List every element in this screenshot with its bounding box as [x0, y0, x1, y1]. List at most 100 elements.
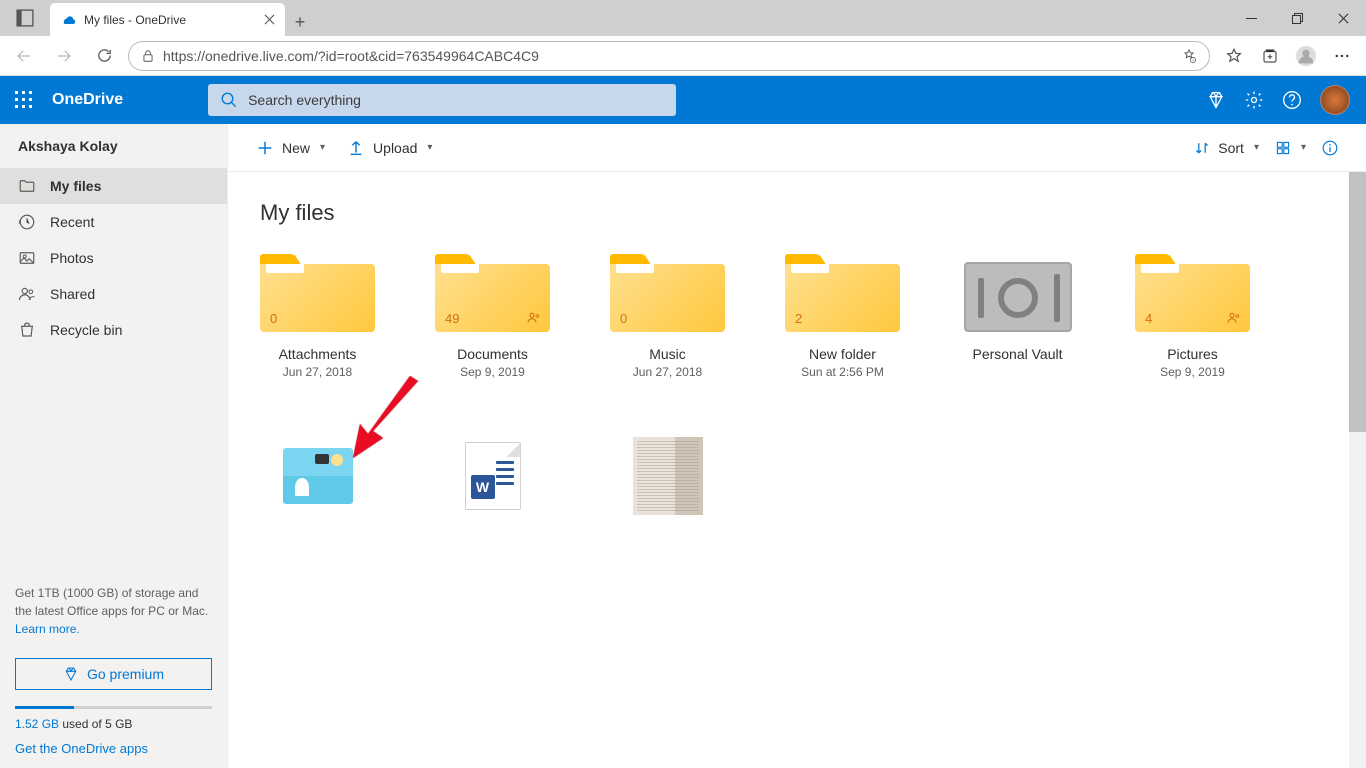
nav-label: My files: [50, 178, 101, 194]
tab-actions-icon[interactable]: [0, 0, 50, 36]
item-name: Personal Vault: [972, 346, 1062, 362]
file-item[interactable]: W: [435, 439, 550, 527]
new-tab-button[interactable]: +: [285, 12, 315, 36]
info-icon[interactable]: [1322, 140, 1338, 156]
shared-icon: [526, 310, 542, 326]
folder-icon: 2: [785, 254, 900, 332]
folder-count: 49: [445, 311, 459, 326]
folder-item[interactable]: 4 Pictures Sep 9, 2019: [1135, 254, 1250, 379]
folder-item[interactable]: 2 New folder Sun at 2:56 PM: [785, 254, 900, 379]
upload-icon: [347, 139, 365, 157]
nav-label: Recent: [50, 214, 94, 230]
people-icon: [18, 285, 36, 303]
photo-icon: [18, 249, 36, 267]
vault-icon: [960, 254, 1075, 332]
back-button[interactable]: [8, 40, 40, 72]
premium-icon[interactable]: [1206, 90, 1226, 110]
item-name: New folder: [809, 346, 876, 362]
grid-view-icon: [1275, 140, 1291, 156]
help-icon[interactable]: [1282, 90, 1302, 110]
file-item[interactable]: [260, 439, 375, 527]
clock-icon: [18, 213, 36, 231]
plus-icon: [256, 139, 274, 157]
nav-recent[interactable]: Recent: [0, 204, 227, 240]
folder-count: 0: [620, 311, 627, 326]
item-date: Jun 27, 2018: [283, 365, 352, 379]
forward-button[interactable]: [48, 40, 80, 72]
favorites-button[interactable]: [1218, 40, 1250, 72]
chevron-down-icon: ▾: [1254, 142, 1259, 153]
upload-button[interactable]: Upload ▾: [347, 139, 432, 157]
trash-icon: [18, 321, 36, 339]
nav-label: Photos: [50, 250, 94, 266]
scrollbar[interactable]: [1349, 172, 1366, 768]
folder-count: 2: [795, 311, 802, 326]
page-body: My files 0 Attachments Jun 27, 201849 Do…: [228, 172, 1366, 555]
refresh-button[interactable]: [88, 40, 120, 72]
file-thumbnail: [283, 439, 353, 513]
nav-label: Shared: [50, 286, 95, 302]
chevron-down-icon: ▾: [427, 142, 432, 153]
item-name: Documents: [457, 346, 528, 362]
get-apps-link[interactable]: Get the OneDrive apps: [15, 741, 148, 756]
learn-more-link[interactable]: Learn more.: [15, 622, 80, 636]
nav-label: Recycle bin: [50, 322, 122, 338]
brand-label[interactable]: OneDrive: [48, 91, 123, 109]
minimize-button[interactable]: [1228, 0, 1274, 36]
address-bar: https://onedrive.live.com/?id=root&cid=7…: [0, 36, 1366, 76]
chevron-down-icon: ▾: [1301, 142, 1306, 153]
file-item[interactable]: [610, 439, 725, 527]
close-window-button[interactable]: [1320, 0, 1366, 36]
folder-count: 4: [1145, 311, 1152, 326]
item-name: Music: [649, 346, 686, 362]
item-name: Attachments: [279, 346, 357, 362]
folder-item[interactable]: 0 Music Jun 27, 2018: [610, 254, 725, 379]
maximize-button[interactable]: [1274, 0, 1320, 36]
waffle-icon: [15, 91, 33, 109]
browser-tabstrip: My files - OneDrive +: [0, 0, 1366, 36]
item-date: Sun at 2:56 PM: [801, 365, 884, 379]
promo-text: Get 1TB (1000 GB) of storage and the lat…: [0, 572, 227, 650]
folder-item[interactable]: 49 Documents Sep 9, 2019: [435, 254, 550, 379]
shared-icon: [1226, 310, 1242, 326]
toolbar: New ▾ Upload ▾ Sort ▾ ▾: [228, 124, 1366, 172]
search-icon: [220, 91, 238, 109]
item-date: Jun 27, 2018: [633, 365, 702, 379]
settings-icon[interactable]: [1244, 90, 1264, 110]
vault-item[interactable]: Personal Vault: [960, 254, 1075, 379]
word-doc-icon: W: [458, 439, 528, 513]
nav-photos[interactable]: Photos: [0, 240, 227, 276]
menu-button[interactable]: [1326, 40, 1358, 72]
app-launcher-button[interactable]: [0, 91, 48, 109]
tracking-icon[interactable]: +: [1181, 48, 1197, 64]
diamond-icon: [63, 666, 79, 682]
chevron-down-icon: ▾: [320, 142, 325, 153]
profile-button[interactable]: [1290, 40, 1322, 72]
search-input[interactable]: Search everything: [208, 84, 676, 116]
item-name: Pictures: [1167, 346, 1218, 362]
nav-shared[interactable]: Shared: [0, 276, 227, 312]
tab-title: My files - OneDrive: [84, 13, 256, 27]
app-header: OneDrive Search everything: [0, 76, 1366, 124]
item-date: Sep 9, 2019: [460, 365, 525, 379]
folder-icon: 0: [260, 254, 375, 332]
nav-my-files[interactable]: My files: [0, 168, 227, 204]
folder-icon: 4: [1135, 254, 1250, 332]
go-premium-button[interactable]: Go premium: [15, 658, 212, 690]
user-avatar[interactable]: [1320, 85, 1350, 115]
tab-close-icon[interactable]: [264, 12, 275, 28]
lock-icon: [141, 49, 155, 63]
url-input[interactable]: https://onedrive.live.com/?id=root&cid=7…: [128, 41, 1210, 71]
new-button[interactable]: New ▾: [256, 139, 325, 157]
nav-recycle-bin[interactable]: Recycle bin: [0, 312, 227, 348]
view-button[interactable]: ▾: [1275, 140, 1306, 156]
browser-tab[interactable]: My files - OneDrive: [50, 3, 285, 36]
collections-button[interactable]: [1254, 40, 1286, 72]
content-area: New ▾ Upload ▾ Sort ▾ ▾: [228, 124, 1366, 768]
item-date: Sep 9, 2019: [1160, 365, 1225, 379]
folder-item[interactable]: 0 Attachments Jun 27, 2018: [260, 254, 375, 379]
user-name: Akshaya Kolay: [0, 124, 227, 168]
sort-button[interactable]: Sort ▾: [1194, 140, 1259, 156]
folder-icon: [18, 177, 36, 195]
url-text: https://onedrive.live.com/?id=root&cid=7…: [163, 48, 1173, 64]
